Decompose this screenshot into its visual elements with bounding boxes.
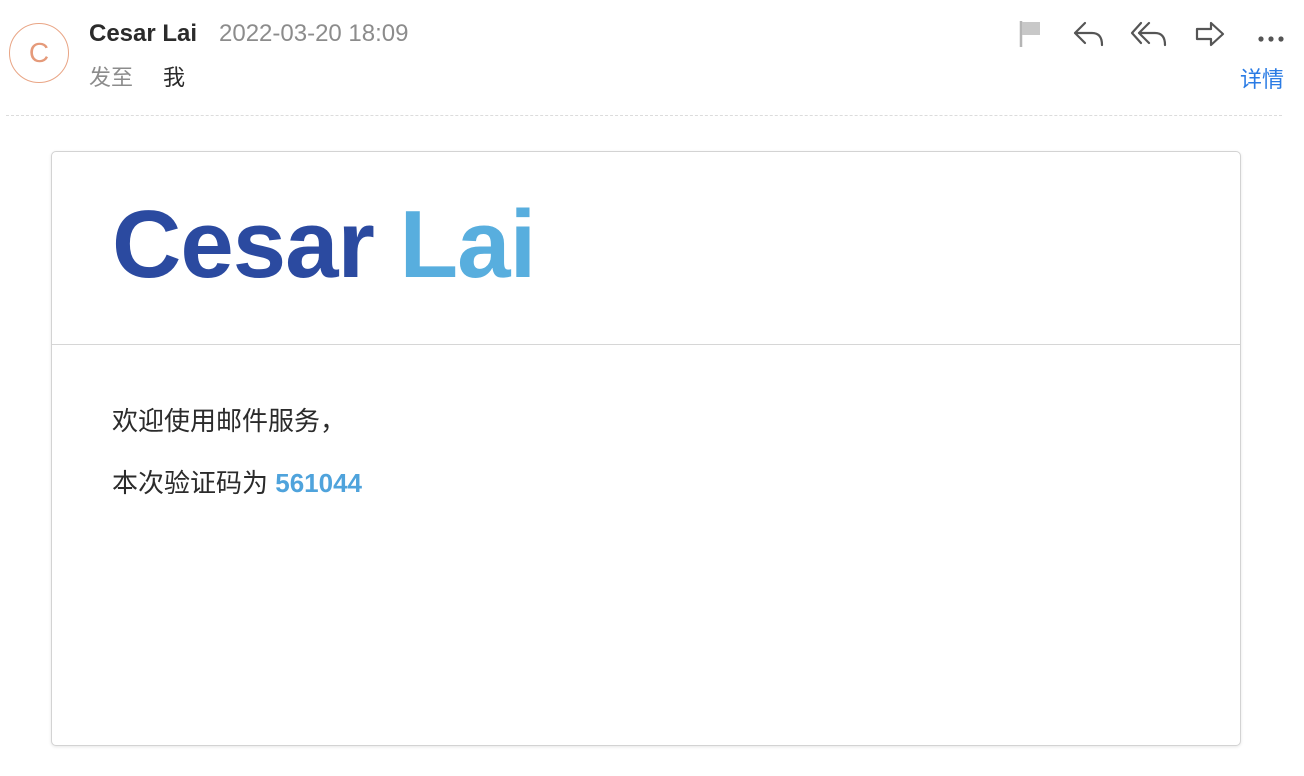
reply-all-button[interactable]: [1129, 14, 1169, 54]
sender-name[interactable]: Cesar Lai: [89, 20, 197, 48]
reply-button[interactable]: [1069, 14, 1109, 54]
reply-icon: [1073, 21, 1104, 47]
code-prefix-text: 本次验证码为: [112, 468, 269, 498]
email-content-card: Cesar Lai 欢迎使用邮件服务， 本次验证码为 561044: [51, 151, 1241, 746]
more-icon: [1258, 36, 1284, 42]
sent-time: 2022-03-20 18:09: [219, 20, 409, 47]
sender-avatar[interactable]: C: [9, 23, 69, 83]
details-link[interactable]: 详情: [1240, 62, 1284, 94]
recipient-label: 发至: [89, 65, 134, 90]
avatar-letter: C: [28, 37, 50, 68]
flag-button[interactable]: [1011, 14, 1051, 54]
recipient-name[interactable]: 我: [163, 60, 185, 92]
reply-all-icon: [1130, 21, 1167, 47]
forward-icon: [1195, 21, 1225, 47]
email-banner: Cesar Lai: [52, 152, 1240, 345]
flag-icon: [1019, 21, 1040, 47]
brand-logo: Cesar Lai: [112, 191, 537, 298]
email-reader: C Cesar Lai 2022-03-20 18:09 发至 我 详情 Ces…: [0, 0, 1304, 776]
verification-line: 本次验证码为 561044: [112, 452, 362, 514]
brand-first-name: Cesar: [112, 191, 375, 298]
more-button[interactable]: [1251, 14, 1291, 54]
verification-code[interactable]: 561044: [275, 468, 362, 498]
email-body: 欢迎使用邮件服务， 本次验证码为 561044: [112, 390, 362, 514]
header-divider: [6, 115, 1282, 116]
greeting-text: 欢迎使用邮件服务，: [112, 406, 347, 436]
brand-last-name: Lai: [399, 191, 537, 298]
forward-button[interactable]: [1190, 14, 1230, 54]
